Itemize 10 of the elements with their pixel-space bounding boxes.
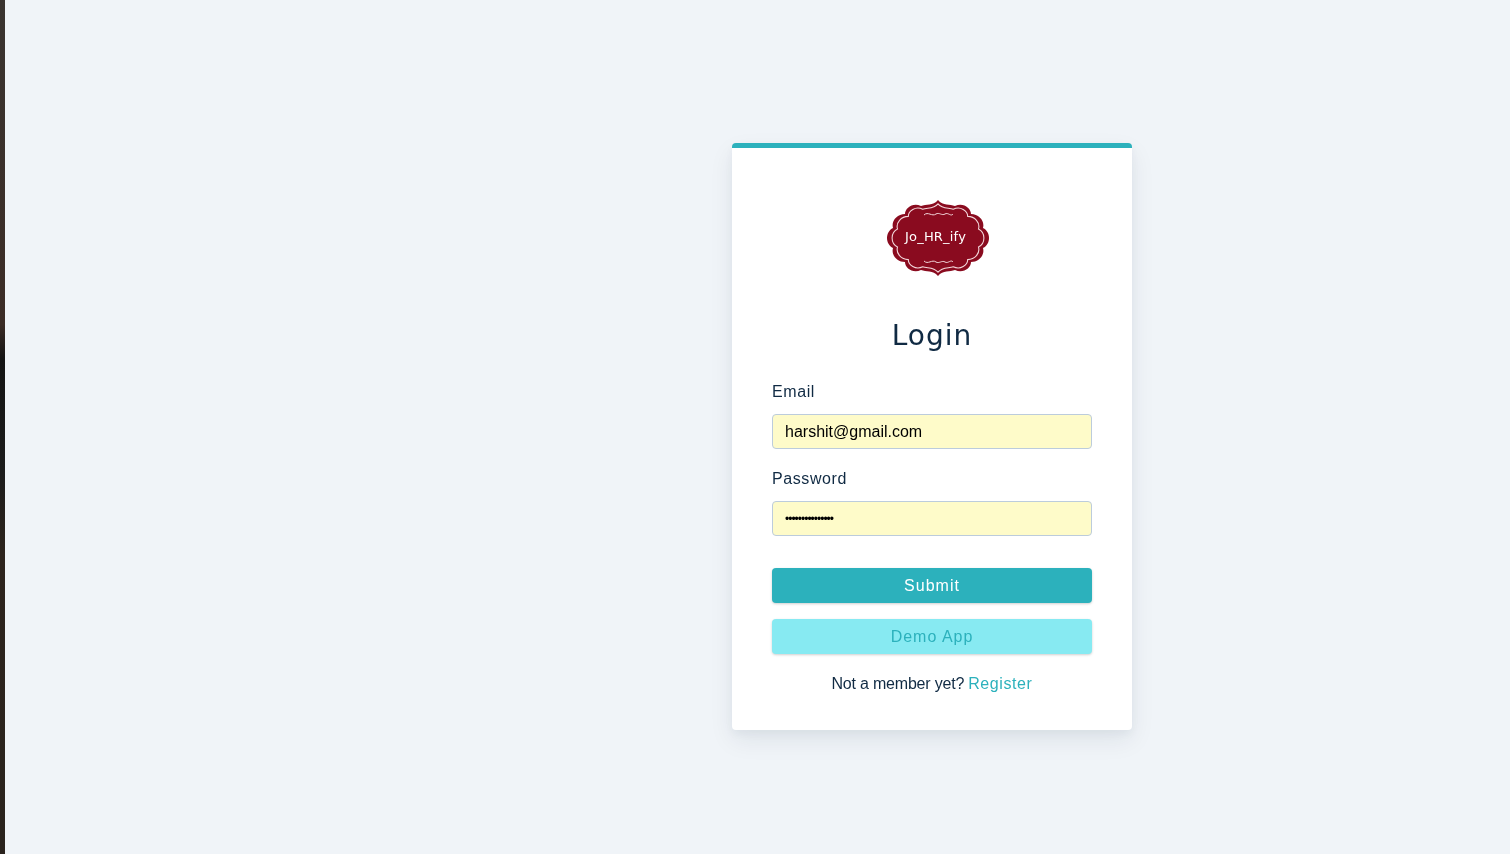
register-link[interactable]: Register	[968, 675, 1033, 692]
demo-button[interactable]: Demo App	[772, 619, 1092, 654]
password-field[interactable]: •••••••••••••••	[772, 501, 1092, 536]
email-field[interactable]: harshit@gmail.com	[772, 414, 1092, 449]
prompt-text: Not a member yet?	[831, 675, 965, 692]
field-label: Email	[772, 383, 815, 401]
page-title: Login	[890, 318, 974, 354]
submit-button[interactable]: Submit	[772, 568, 1092, 603]
field-label: Password	[772, 470, 848, 488]
logo-text: Jo_HR_ify	[905, 229, 967, 245]
